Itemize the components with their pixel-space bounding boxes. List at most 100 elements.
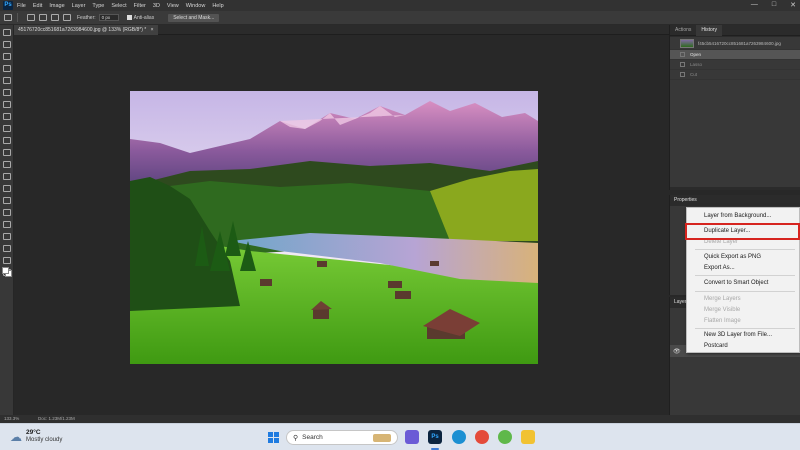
history-state-label: Open <box>690 52 702 57</box>
history-state-label: Cut <box>690 72 698 77</box>
path-selection-icon[interactable] <box>3 233 11 240</box>
history-state-cut[interactable]: Cut <box>670 70 800 80</box>
teams-icon[interactable] <box>405 430 419 444</box>
history-list: f45cb5416720cc851681a7263984600.jpg Open… <box>670 37 800 187</box>
status-bar: 133.3% Doc: 1.23M/1.23M <box>0 415 800 423</box>
taskbar-search[interactable]: ⚲ Search <box>286 430 398 445</box>
crop-tool-icon[interactable] <box>3 77 11 84</box>
history-snapshot[interactable]: f45cb5416720cc851681a7263984600.jpg <box>670 37 800 50</box>
history-state-icon <box>680 52 685 57</box>
lasso-tool-icon[interactable] <box>3 53 11 60</box>
history-state-icon <box>680 72 685 77</box>
divider <box>17 13 18 22</box>
magic-wand-icon[interactable] <box>3 65 11 72</box>
menu-item-layer-from-background[interactable]: Layer from Background... <box>704 213 771 219</box>
windows-taskbar: ☁ 29°C Mostly cloudy ⚲ Search Ps <box>0 423 800 450</box>
weather-desc: Mostly cloudy <box>26 437 63 443</box>
select-and-mask-button[interactable]: Select and Mask... <box>168 13 220 22</box>
menu-item-convert-smart-object[interactable]: Convert to Smart Object <box>704 280 768 286</box>
document-tab-title: 45176720cc851681a7263984600.jpg @ 133% (… <box>18 27 147 33</box>
chrome-icon[interactable] <box>475 430 489 444</box>
history-state-open[interactable]: Open <box>670 50 800 60</box>
menu-filter[interactable]: Filter <box>134 3 146 9</box>
menu-edit[interactable]: Edit <box>33 3 42 9</box>
eyedropper-icon[interactable] <box>3 101 11 108</box>
brush-tool-icon[interactable] <box>3 125 11 132</box>
menu-separator <box>695 275 795 276</box>
landscape-image[interactable] <box>130 91 538 364</box>
menu-select[interactable]: Select <box>111 3 126 9</box>
menu-window[interactable]: Window <box>186 3 206 9</box>
menu-separator <box>695 291 795 292</box>
cloud-icon: ☁ <box>10 430 22 444</box>
properties-header: Properties <box>670 195 800 206</box>
menu-3d[interactable]: 3D <box>153 3 160 9</box>
add-selection-icon[interactable] <box>39 14 47 21</box>
snapshot-name: f45cb5416720cc851681a7263984600.jpg <box>698 40 781 46</box>
close-button[interactable]: ✕ <box>790 1 796 9</box>
windows-start-icon[interactable] <box>268 432 279 443</box>
search-icon: ⚲ <box>293 434 299 442</box>
menu-separator <box>695 328 795 329</box>
menu-file[interactable]: File <box>17 3 26 9</box>
menu-type[interactable]: Type <box>92 3 104 9</box>
photoshop-logo-icon: Ps <box>3 1 13 10</box>
healing-brush-icon[interactable] <box>3 113 11 120</box>
pen-tool-icon[interactable] <box>3 209 11 216</box>
shape-tool-icon[interactable] <box>3 245 11 252</box>
window-controls: — □ ✕ <box>751 1 796 9</box>
history-state-lasso[interactable]: Lasso <box>670 60 800 70</box>
intersect-selection-icon[interactable] <box>63 14 71 21</box>
menu-item-new-3d-layer[interactable]: New 3D Layer from File... <box>704 332 772 338</box>
history-state-icon <box>680 62 685 67</box>
app-icon[interactable] <box>498 430 512 444</box>
zoom-level[interactable]: 133.3% <box>4 416 19 421</box>
close-tab-icon[interactable]: × <box>151 27 154 33</box>
maximize-button[interactable]: □ <box>772 1 776 9</box>
menu-separator <box>695 249 795 250</box>
document-tab-bar: 45176720cc851681a7263984600.jpg @ 133% (… <box>14 25 669 35</box>
menu-item-quick-export-png[interactable]: Quick Export as PNG <box>704 254 761 260</box>
menu-item-export-as[interactable]: Export As... <box>704 265 735 271</box>
menu-help[interactable]: Help <box>212 3 223 9</box>
photoshop-taskbar-icon[interactable]: Ps <box>428 430 442 444</box>
move-tool-icon[interactable] <box>3 29 11 36</box>
tab-actions[interactable]: Actions <box>670 27 696 33</box>
feather-input[interactable]: 0 px <box>98 14 119 21</box>
new-selection-icon[interactable] <box>27 14 35 21</box>
hand-tool-icon[interactable] <box>3 257 11 264</box>
subtract-selection-icon[interactable] <box>51 14 59 21</box>
eraser-tool-icon[interactable] <box>3 161 11 168</box>
antialias-label: Anti-alias <box>133 14 155 21</box>
marquee-tool-icon[interactable] <box>3 41 11 48</box>
history-brush-icon[interactable] <box>3 149 11 156</box>
type-tool-icon[interactable] <box>3 221 11 228</box>
antialias-checkbox[interactable] <box>126 15 132 20</box>
dodge-tool-icon[interactable] <box>3 197 11 204</box>
landscape-picture <box>130 91 538 364</box>
gradient-tool-icon[interactable] <box>3 173 11 180</box>
weather-widget[interactable]: ☁ 29°C Mostly cloudy <box>10 429 62 445</box>
menu-item-flatten-image: Flatten Image <box>704 318 741 324</box>
history-panel: Actions History f45cb5416720cc851681a726… <box>669 24 800 190</box>
visibility-eye-icon[interactable]: 👁 <box>673 348 681 355</box>
menu-item-merge-visible: Merge Visible <box>704 307 741 313</box>
edge-icon[interactable] <box>452 430 466 444</box>
frame-tool-icon[interactable] <box>3 89 11 96</box>
tools-panel <box>0 25 14 415</box>
lasso-tool-preset-icon[interactable] <box>4 14 12 21</box>
tab-history[interactable]: History <box>696 24 722 36</box>
menu-item-postcard[interactable]: Postcard <box>704 343 728 349</box>
foreground-color-swatch[interactable] <box>2 267 9 274</box>
blur-tool-icon[interactable] <box>3 185 11 192</box>
file-explorer-icon[interactable] <box>521 430 535 444</box>
menu-image[interactable]: Image <box>49 3 64 9</box>
document-tab[interactable]: 45176720cc851681a7263984600.jpg @ 133% (… <box>14 25 158 35</box>
minimize-button[interactable]: — <box>751 1 758 9</box>
search-highlight-art-icon <box>373 434 391 442</box>
menu-view[interactable]: View <box>167 3 179 9</box>
document-info: Doc: 1.23M/1.23M <box>38 416 75 421</box>
search-placeholder: Search <box>302 434 323 441</box>
stamp-tool-icon[interactable] <box>3 137 11 144</box>
menu-layer[interactable]: Layer <box>72 3 86 9</box>
